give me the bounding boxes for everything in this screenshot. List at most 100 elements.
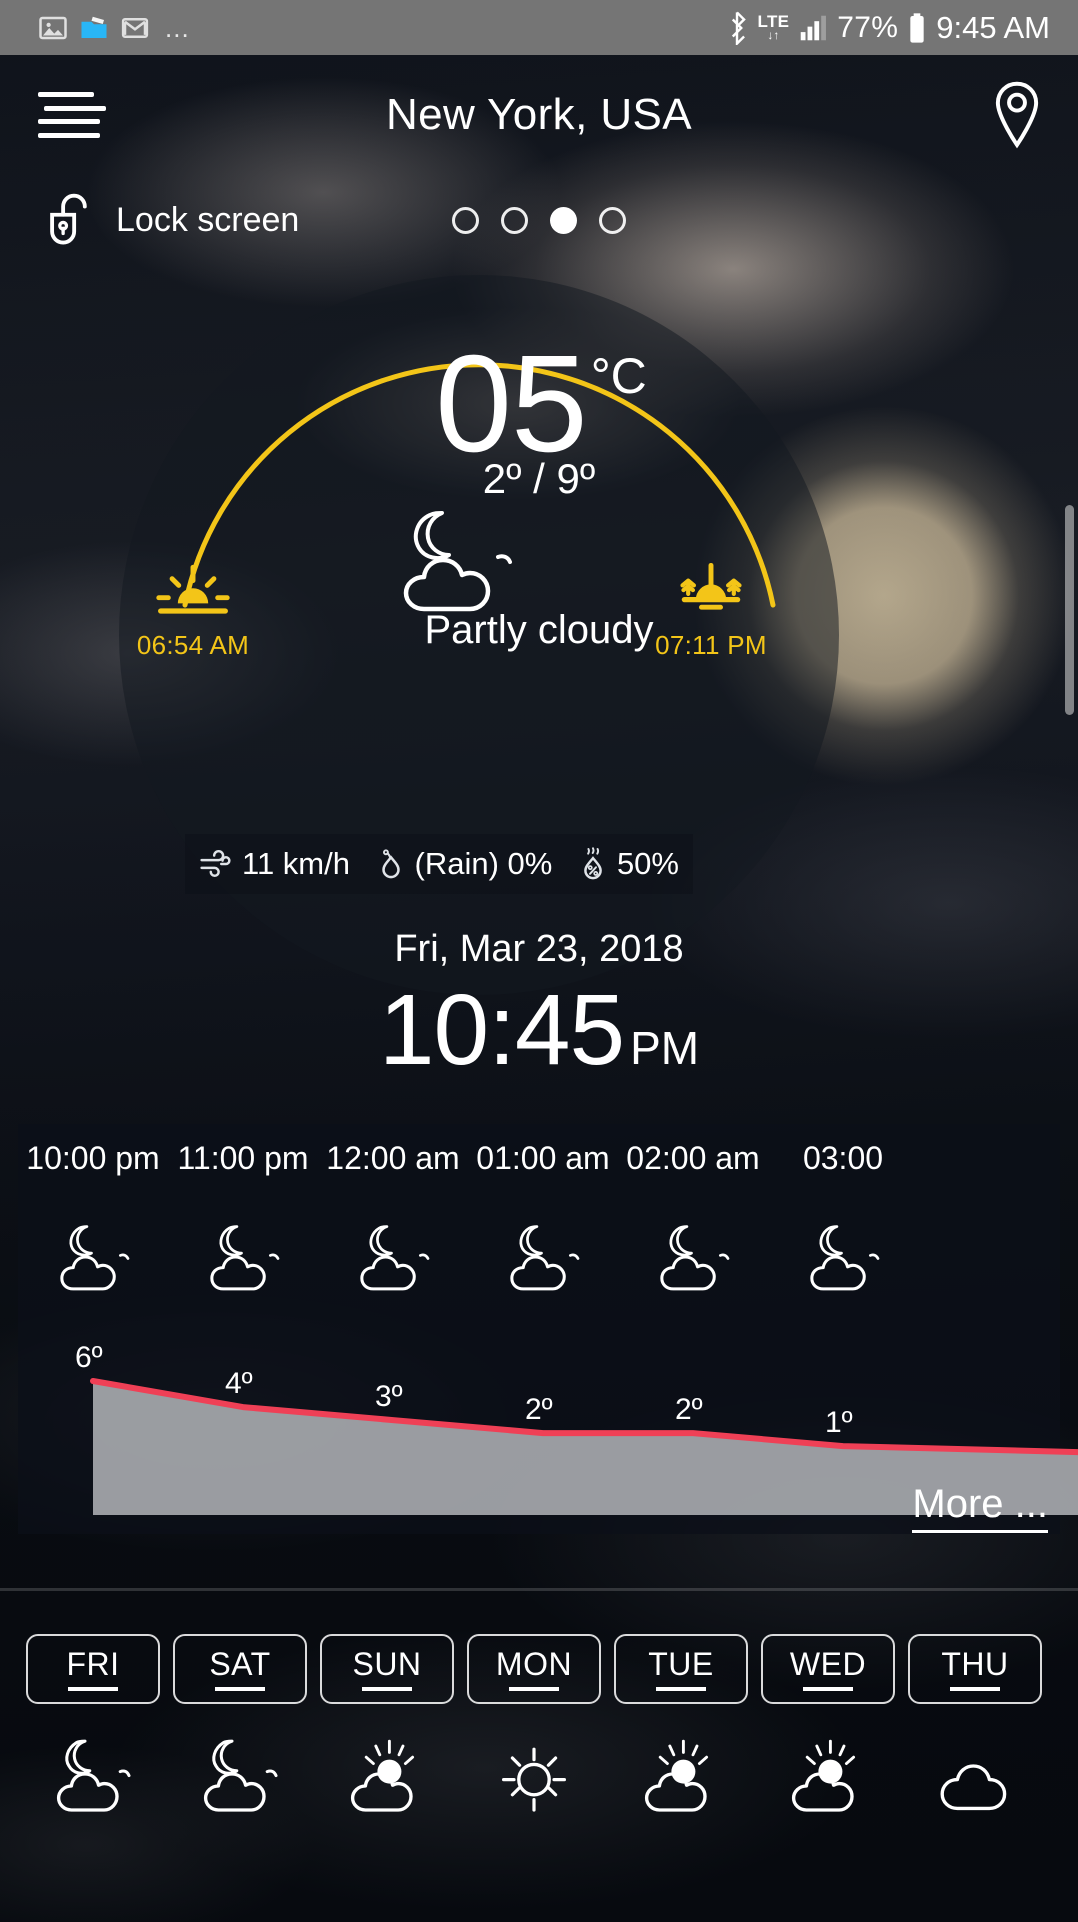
humidity-value: 50% xyxy=(616,846,679,881)
humidity-icon xyxy=(584,847,602,880)
section-divider xyxy=(0,1588,1078,1591)
day-label: SAT xyxy=(209,1645,271,1682)
sunset-time: 07:11 PM xyxy=(655,630,767,660)
daily-forecast-row: FRI SAT SUN MON TUE WED THU xyxy=(26,1634,1056,1830)
location-pin-icon[interactable] xyxy=(986,80,1048,150)
day-icon-wrap xyxy=(26,1726,160,1830)
page-dot[interactable] xyxy=(599,206,626,234)
day-icon-wrap xyxy=(320,1726,454,1830)
chart-point-label: 4º xyxy=(225,1367,253,1400)
day-item-fri[interactable]: FRI xyxy=(26,1634,160,1830)
moon-behind-cloud-icon xyxy=(210,1224,280,1290)
hourly-time: 12:00 am xyxy=(326,1140,460,1176)
signal-bars-icon xyxy=(801,15,827,40)
page-dot[interactable] xyxy=(452,206,479,234)
day-underline xyxy=(68,1686,118,1691)
moon-behind-cloud-icon xyxy=(60,1224,130,1290)
hourly-icon-row xyxy=(18,1212,1078,1307)
moon-behind-cloud-icon xyxy=(360,1224,430,1290)
page-indicator-dots[interactable] xyxy=(0,206,1078,234)
day-underline xyxy=(362,1686,412,1691)
day-pill[interactable]: MON xyxy=(467,1634,601,1704)
day-item-mon[interactable]: MON xyxy=(467,1634,601,1830)
sun-behind-cloud-icon xyxy=(350,1739,415,1812)
day-pill[interactable]: WED xyxy=(761,1634,895,1704)
moon-behind-cloud-icon xyxy=(56,1739,131,1812)
high-low-temperature: 2º / 9º xyxy=(482,455,596,502)
clock-time: 10:45 xyxy=(378,974,625,1086)
lock-screen-row[interactable]: Lock screen xyxy=(0,182,1078,258)
day-icon-wrap xyxy=(908,1726,1042,1830)
chart-point-label: 1º xyxy=(825,1406,853,1439)
day-pill[interactable]: THU xyxy=(908,1634,1042,1704)
hourly-cell xyxy=(468,1212,618,1307)
hourly-cell xyxy=(168,1212,318,1307)
current-stats-row: 11 km/h (Rain) 0% 50% xyxy=(185,834,693,894)
hourly-time: 03:00 xyxy=(802,1140,884,1176)
gallery-icon xyxy=(39,16,67,39)
battery-percent-label: 77% xyxy=(837,10,899,44)
day-item-sat[interactable]: SAT xyxy=(173,1634,307,1830)
day-label: SUN xyxy=(352,1645,422,1682)
moon-behind-cloud-icon xyxy=(660,1224,730,1290)
day-item-wed[interactable]: WED xyxy=(761,1634,895,1830)
moon-behind-cloud-icon xyxy=(203,1739,278,1812)
day-item-thu[interactable]: THU xyxy=(908,1634,1042,1830)
status-bar-clock: 9:45 AM xyxy=(936,9,1050,45)
gmail-icon xyxy=(121,17,149,38)
raindrop-icon xyxy=(381,849,400,879)
hourly-cell xyxy=(768,1212,918,1307)
day-underline xyxy=(656,1686,706,1691)
cloud-icon xyxy=(940,1764,1007,1811)
wind-icon xyxy=(200,849,231,877)
battery-icon xyxy=(910,12,924,43)
day-item-tue[interactable]: TUE xyxy=(614,1634,748,1830)
network-type-indicator: LTE ↓↑ xyxy=(758,13,790,42)
hourly-time: 01:00 am xyxy=(476,1140,610,1176)
day-item-sun[interactable]: SUN xyxy=(320,1634,454,1830)
weather-app-screen: ... LTE ↓↑ 77% 9:45 AM New York, USA Loc… xyxy=(0,0,1078,1922)
current-clock: 10:45 PM xyxy=(0,980,1078,1080)
temperature-unit: °C xyxy=(590,348,647,404)
more-link[interactable]: More ... xyxy=(912,1482,1048,1533)
page-title: New York, USA xyxy=(385,90,692,139)
day-icon-wrap xyxy=(614,1726,748,1830)
hourly-time: 02:00 am xyxy=(626,1140,760,1176)
bluetooth-icon xyxy=(731,11,746,45)
day-underline xyxy=(803,1686,853,1691)
day-label: TUE xyxy=(648,1645,714,1682)
page-dot[interactable] xyxy=(501,206,528,234)
day-pill[interactable]: TUE xyxy=(614,1634,748,1704)
status-bar: ... LTE ↓↑ 77% 9:45 AM xyxy=(0,0,1078,55)
sun-behind-cloud-icon xyxy=(791,1739,856,1812)
clock-meridiem: PM xyxy=(630,1022,700,1074)
day-icon-wrap xyxy=(761,1726,895,1830)
day-label: THU xyxy=(941,1645,1009,1682)
day-underline xyxy=(950,1686,1000,1691)
rain-value: (Rain) 0% xyxy=(414,846,553,881)
status-overflow-dots: ... xyxy=(165,12,190,43)
hourly-time-row[interactable]: 10:00 pm 11:00 pm 12:00 am 01:00 am 02:0… xyxy=(18,1140,1078,1196)
humidity-stat: 50% xyxy=(578,846,679,882)
day-icon-wrap xyxy=(467,1726,601,1830)
sunrise-block: 06:54 AM xyxy=(133,563,253,661)
day-pill[interactable]: FRI xyxy=(26,1634,160,1704)
network-arrows: ↓↑ xyxy=(767,27,780,42)
day-label: FRI xyxy=(66,1645,120,1682)
hourly-cell xyxy=(318,1212,468,1307)
sunrise-icon xyxy=(156,564,230,614)
chart-point-label: 2º xyxy=(525,1393,553,1426)
moon-behind-cloud-icon xyxy=(810,1224,880,1290)
current-date: Fri, Mar 23, 2018 xyxy=(394,928,684,970)
day-pill[interactable]: SAT xyxy=(173,1634,307,1704)
page-dot-active[interactable] xyxy=(550,206,577,234)
hourly-time: 11:00 pm xyxy=(177,1140,309,1176)
vertical-scrollbar[interactable] xyxy=(1065,505,1074,715)
day-underline xyxy=(509,1686,559,1691)
day-icon-wrap xyxy=(173,1726,307,1830)
file-transfer-icon xyxy=(81,16,107,38)
wind-value: 11 km/h xyxy=(242,846,350,881)
day-pill[interactable]: SUN xyxy=(320,1634,454,1704)
hourly-cell xyxy=(18,1212,168,1307)
sunrise-time: 06:54 AM xyxy=(136,630,250,660)
